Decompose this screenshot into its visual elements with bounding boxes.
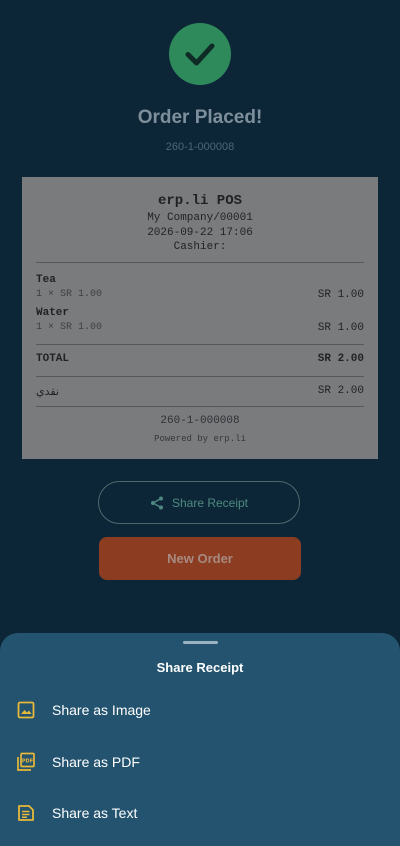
receipt-divider xyxy=(36,406,364,407)
receipt-item-amount: SR 1.00 xyxy=(317,322,364,334)
receipt-total-label: TOTAL xyxy=(36,353,70,365)
share-as-text-option[interactable]: Share as Text xyxy=(0,791,400,835)
receipt-powered-by: Powered by erp.li xyxy=(154,434,246,444)
receipt-store-name: erp.li POS xyxy=(157,193,242,209)
receipt-item-amount: SR 1.00 xyxy=(317,289,364,301)
image-icon xyxy=(16,700,36,720)
receipt-datetime: 2026-09-22 17:06 xyxy=(147,227,253,239)
sheet-drag-handle[interactable] xyxy=(183,641,218,644)
share-bottom-sheet: Share Receipt Share as Image PDF Share a… xyxy=(0,633,400,846)
share-as-pdf-option[interactable]: PDF Share as PDF xyxy=(0,740,400,784)
pdf-icon: PDF xyxy=(16,752,36,772)
receipt-payment-method: نقدي xyxy=(36,385,60,398)
receipt-item-name: Tea xyxy=(36,274,56,286)
sheet-title: Share Receipt xyxy=(156,660,244,675)
text-document-icon xyxy=(16,803,36,823)
new-order-button[interactable]: New Order xyxy=(99,537,301,580)
receipt-divider xyxy=(36,344,364,345)
receipt-divider xyxy=(36,262,364,263)
share-option-label: Share as Image xyxy=(52,702,151,718)
receipt-cashier: Cashier: xyxy=(173,241,227,253)
share-icon xyxy=(150,496,163,509)
order-number: 260-1-000008 xyxy=(165,141,235,153)
order-success-screen: Order Placed! 260-1-000008 erp.li POS My… xyxy=(0,0,400,846)
page-title: Order Placed! xyxy=(137,107,263,128)
success-check-icon xyxy=(169,23,231,85)
new-order-label: New Order xyxy=(167,551,233,566)
receipt-total-amount: SR 2.00 xyxy=(317,353,364,365)
receipt-company: My Company/00001 xyxy=(147,212,253,224)
receipt-divider xyxy=(36,376,364,377)
receipt-item-qty: 1 × SR 1.00 xyxy=(36,289,103,300)
svg-text:PDF: PDF xyxy=(22,759,33,765)
receipt-preview: erp.li POS My Company/00001 2026-09-22 1… xyxy=(22,177,378,459)
receipt-item-qty: 1 × SR 1.00 xyxy=(36,322,103,333)
share-as-image-option[interactable]: Share as Image xyxy=(0,688,400,732)
receipt-footer-order-number: 260-1-000008 xyxy=(160,415,240,427)
share-receipt-label: Share Receipt xyxy=(171,495,249,510)
receipt-payment-amount: SR 2.00 xyxy=(317,385,364,397)
share-option-label: Share as PDF xyxy=(52,754,140,770)
share-option-label: Share as Text xyxy=(52,805,138,821)
receipt-item-name: Water xyxy=(36,307,70,319)
share-receipt-button[interactable]: Share Receipt xyxy=(98,481,300,524)
